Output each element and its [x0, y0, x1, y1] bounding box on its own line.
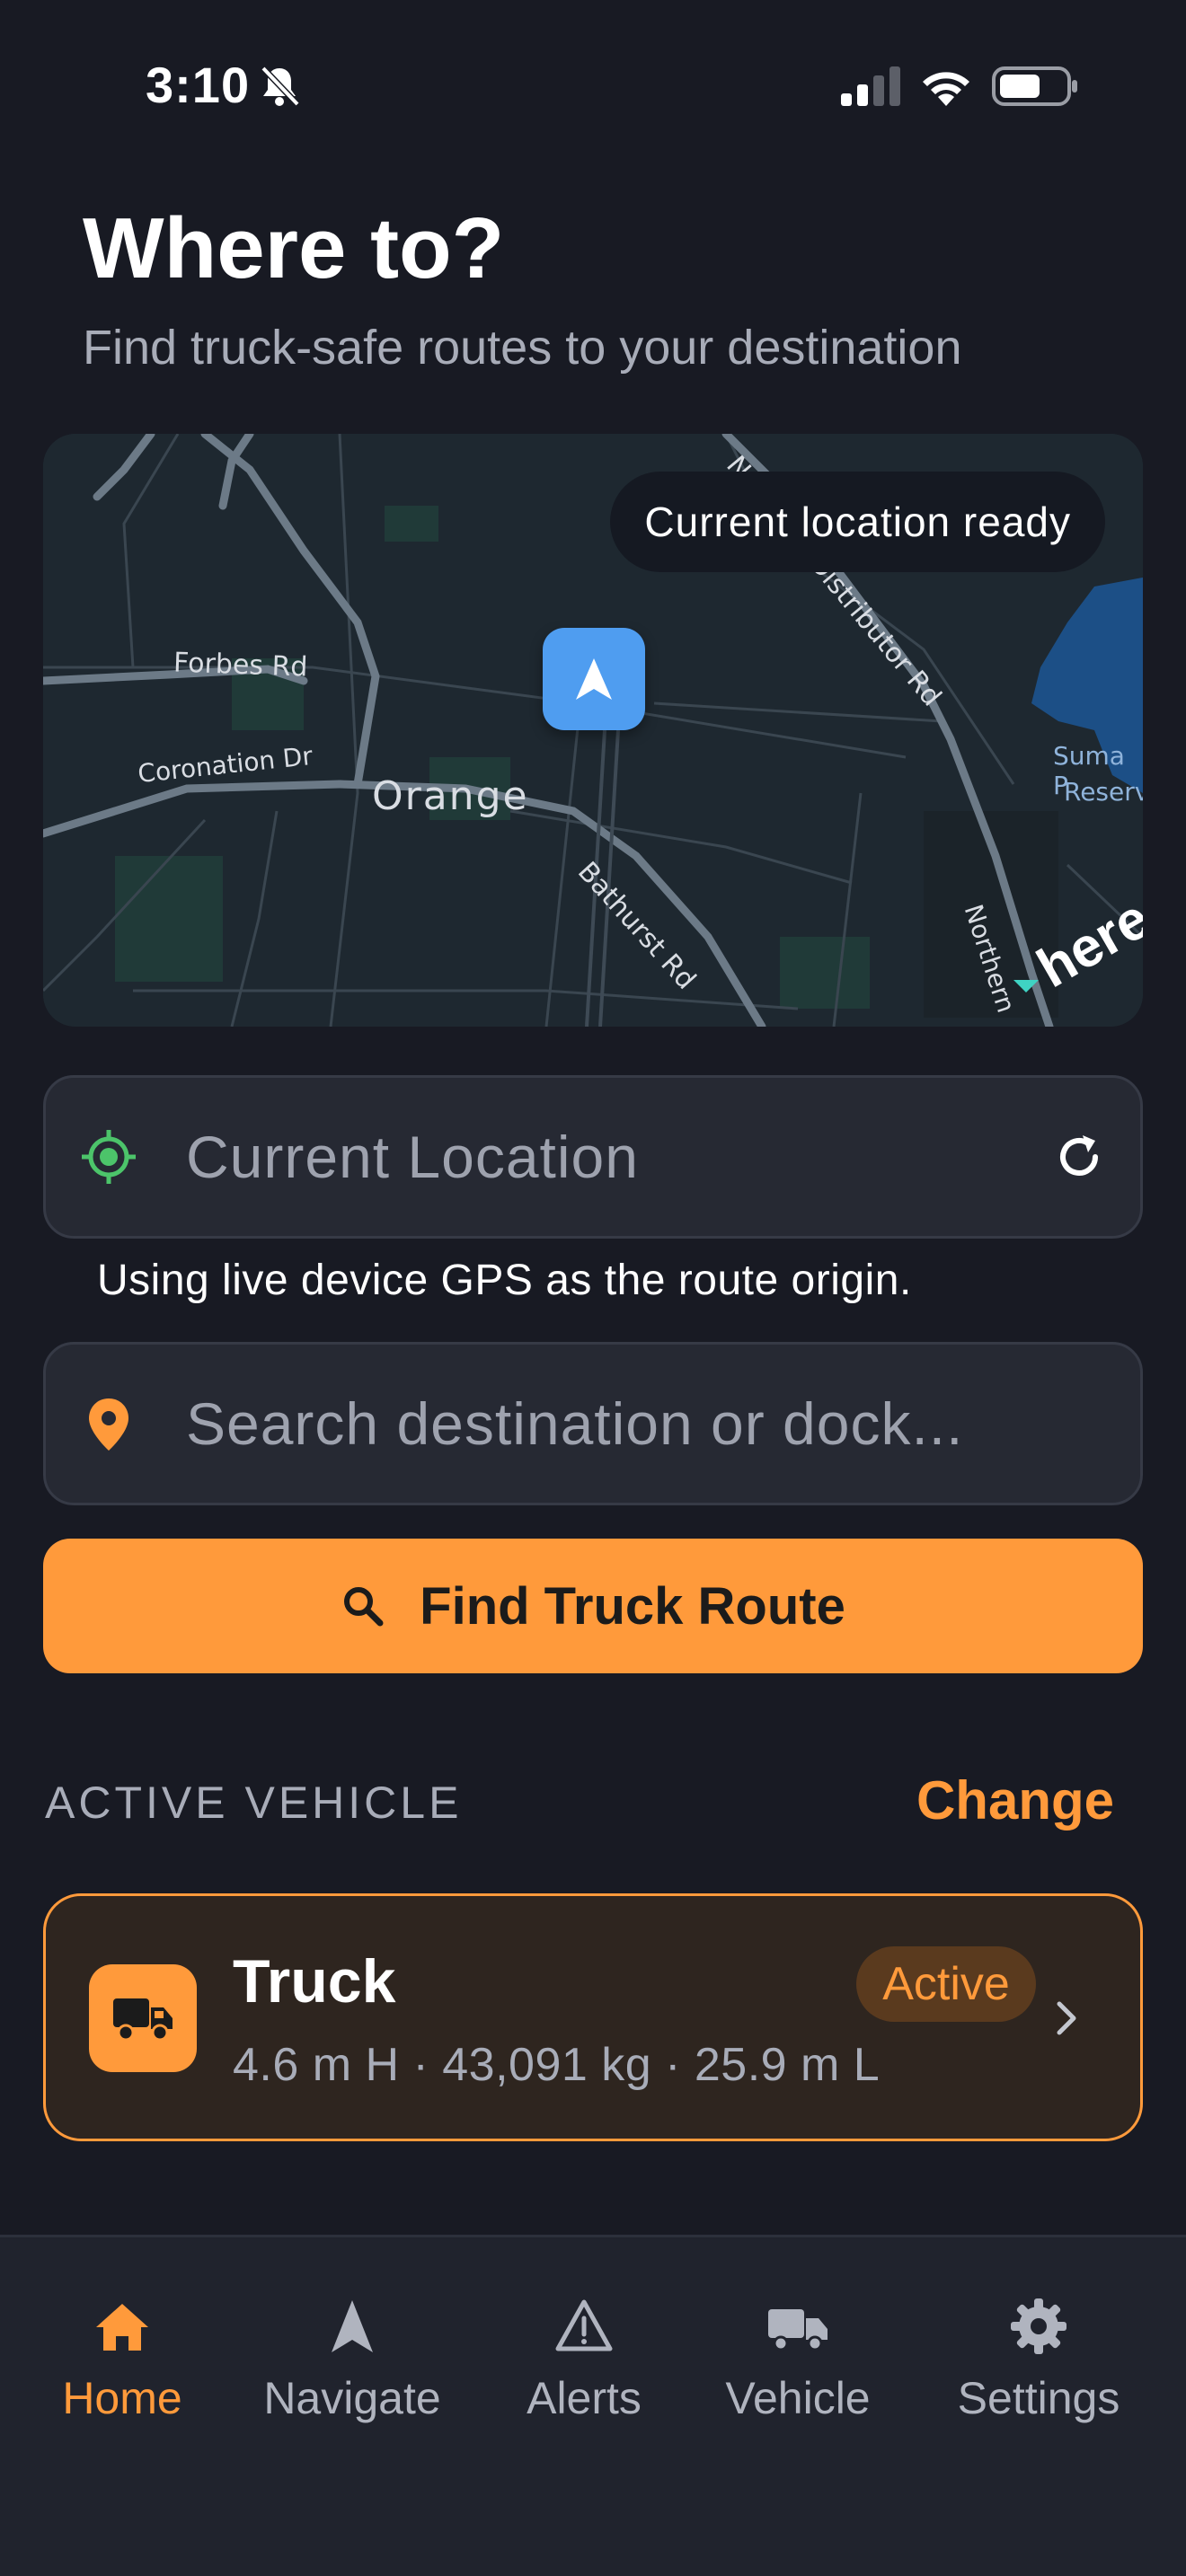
location-pin-icon: [89, 1398, 128, 1451]
map-label-forbes: Forbes Rd: [173, 647, 309, 684]
map-label-orange: Orange: [372, 773, 529, 819]
current-location-marker[interactable]: [543, 628, 645, 730]
truck-icon: [113, 1998, 173, 2042]
status-time: 3:10: [146, 57, 251, 113]
wifi-icon: [923, 72, 969, 106]
active-vehicle-section-label: ACTIVE VEHICLE: [45, 1778, 463, 1828]
tab-home[interactable]: Home: [14, 2295, 230, 2475]
truck-icon: [768, 2309, 828, 2351]
tab-settings[interactable]: Settings: [931, 2295, 1146, 2475]
status-bar: 3:10: [0, 0, 1186, 171]
tab-settings-label: Settings: [957, 2373, 1120, 2423]
vehicle-specs: 4.6 m H · 43,091 kg · 25.9 m L: [233, 2039, 881, 2091]
gear-icon: [1011, 2298, 1067, 2354]
change-vehicle-link[interactable]: Change: [916, 1769, 1114, 1831]
tab-navigate-label: Navigate: [263, 2373, 441, 2423]
here-logo-text: here: [1027, 892, 1143, 1000]
crosshair-location-icon: [82, 1130, 136, 1184]
destination-search-field[interactable]: Search destination or dock...: [43, 1342, 1143, 1505]
find-button-label: Find Truck Route: [420, 1576, 845, 1636]
navigate-icon: [332, 2300, 373, 2352]
find-truck-route-button[interactable]: Find Truck Route: [43, 1539, 1143, 1673]
navigation-arrow-icon: [576, 658, 612, 700]
active-vehicle-card[interactable]: Truck 4.6 m H · 43,091 kg · 25.9 m L Act…: [43, 1893, 1143, 2141]
map-label-suma-2: Reserv: [1064, 777, 1143, 807]
page-subtitle: Find truck-safe routes to your destinati…: [83, 321, 962, 375]
truck-tile: [89, 1964, 197, 2072]
tab-alerts-label: Alerts: [527, 2373, 642, 2423]
status-badge: Active: [856, 1946, 1036, 2022]
chevron-right-icon: [1057, 2001, 1076, 2035]
battery-icon: [992, 66, 1077, 106]
cell-signal-icon: [841, 66, 900, 106]
tab-vehicle-label: Vehicle: [725, 2373, 871, 2423]
refresh-icon[interactable]: [1052, 1130, 1106, 1184]
bottom-tab-bar: Home Navigate Alerts Vehicle Settings: [0, 2235, 1186, 2576]
destination-placeholder: Search destination or dock...: [186, 1390, 964, 1457]
home-icon: [96, 2304, 148, 2351]
tab-vehicle[interactable]: Vehicle: [690, 2295, 906, 2475]
tab-navigate[interactable]: Navigate: [244, 2295, 460, 2475]
origin-value: Current Location: [186, 1124, 639, 1190]
vehicle-name: Truck: [233, 1947, 396, 2016]
origin-hint: Using live device GPS as the route origi…: [97, 1257, 912, 1304]
location-status-pill: Current location ready: [610, 472, 1105, 572]
tab-home-label: Home: [62, 2373, 182, 2423]
search-icon: [344, 1587, 384, 1627]
bell-off-icon: [261, 66, 300, 107]
page-title: Where to?: [83, 200, 505, 296]
origin-field[interactable]: Current Location: [43, 1075, 1143, 1239]
tab-alerts[interactable]: Alerts: [476, 2295, 692, 2475]
here-logo: here: [1013, 892, 1143, 1000]
map-view[interactable]: Forbes Rd Coronation Dr Orange Bathurst …: [43, 434, 1143, 1027]
alert-icon: [555, 2299, 613, 2351]
